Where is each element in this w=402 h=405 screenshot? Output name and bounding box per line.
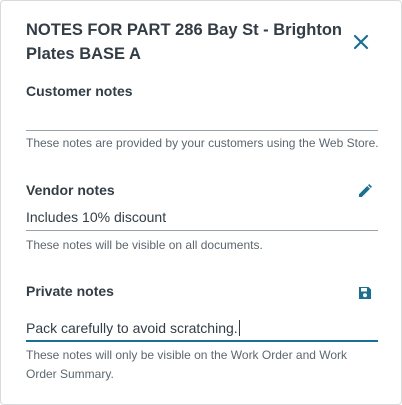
vendor-notes-field[interactable]: Includes 10% discount [26,205,378,231]
save-private-notes-button[interactable] [355,283,375,303]
vendor-notes-hint: These notes will be visible on all docum… [26,238,263,252]
vendor-notes-label: Vendor notes [26,182,115,198]
vendor-notes-value: Includes 10% discount [26,209,167,225]
save-icon [359,287,371,299]
private-notes-value: Pack carefully to avoid scratching. [26,320,238,336]
customer-notes-field[interactable] [26,105,378,131]
customer-notes-hint: These notes are provided by your custome… [26,136,379,150]
private-notes-label: Private notes [26,283,114,299]
edit-vendor-notes-button[interactable] [355,181,375,201]
notes-dialog: NOTES FOR PART 286 Bay St - Brighton Pla… [0,0,402,405]
close-button[interactable] [348,29,374,55]
private-notes-field[interactable]: Pack carefully to avoid scratching. [26,316,378,342]
dialog-title: NOTES FOR PART 286 Bay St - Brighton Pla… [26,21,342,63]
pencil-icon [359,184,372,197]
text-caret [238,320,240,336]
customer-notes-label: Customer notes [26,83,133,99]
close-icon [353,34,369,50]
private-notes-hint: These notes will only be visible on the … [26,348,348,381]
